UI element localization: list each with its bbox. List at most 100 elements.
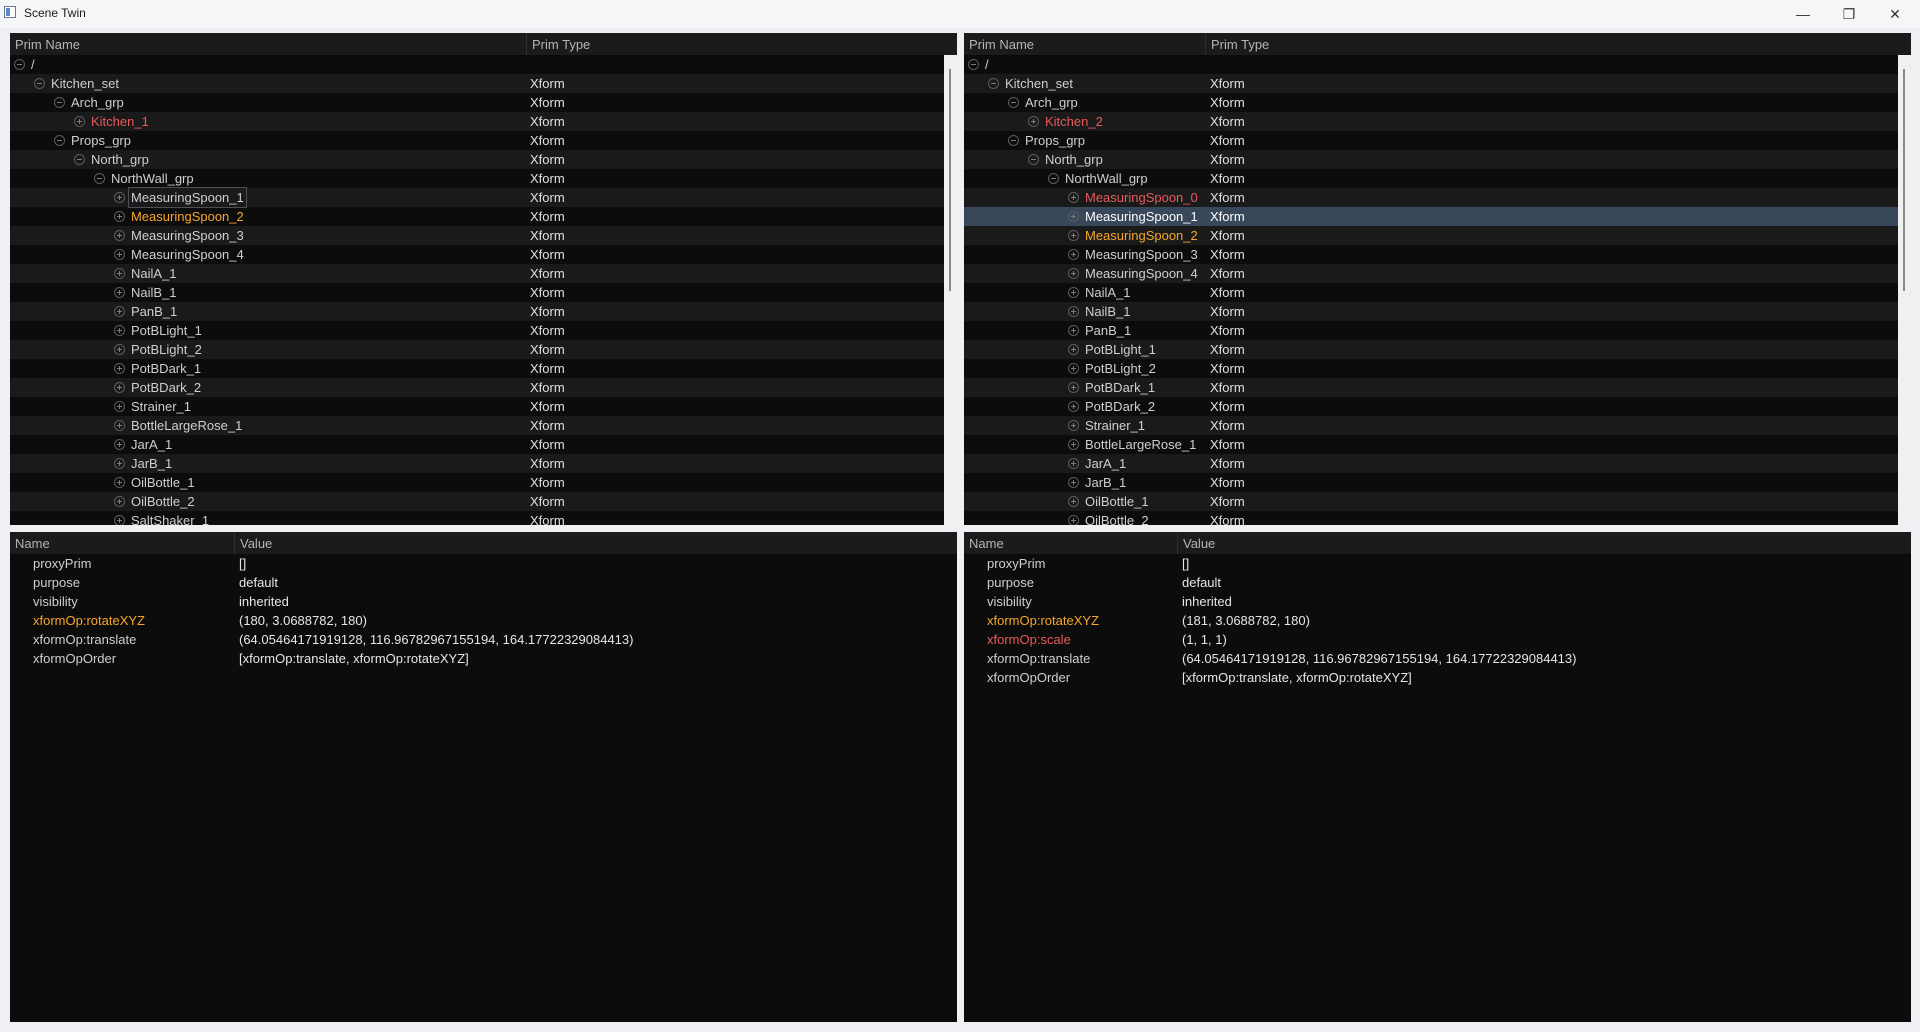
collapse-icon[interactable] <box>74 154 85 165</box>
tree-row[interactable]: Kitchen_set Xform <box>10 74 944 93</box>
tree-row[interactable]: OilBottle_2 Xform <box>964 511 1898 525</box>
tree-row[interactable]: Props_grp Xform <box>10 131 944 150</box>
right-attribute-table[interactable]: Name Value proxyPrim [] purpose default visi… <box>964 532 1911 1022</box>
col-header-prim-name[interactable]: Prim Name <box>964 33 1206 55</box>
tree-row[interactable]: OilBottle_2 Xform <box>10 492 944 511</box>
tree-row[interactable]: PotBLight_1 Xform <box>964 340 1898 359</box>
tree-row[interactable]: Kitchen_2 Xform <box>964 112 1898 131</box>
collapse-icon[interactable] <box>1048 173 1059 184</box>
collapse-icon[interactable] <box>54 135 65 146</box>
tree-row[interactable]: BottleLargeRose_1 Xform <box>10 416 944 435</box>
tree-row[interactable]: Kitchen_1 Xform <box>10 112 944 131</box>
expand-icon[interactable] <box>1068 287 1079 298</box>
tree-row[interactable]: Kitchen_set Xform <box>964 74 1898 93</box>
attribute-row[interactable]: xformOpOrder [xformOp:translate, xformOp:… <box>964 668 1911 687</box>
expand-icon[interactable] <box>1068 477 1079 488</box>
expand-icon[interactable] <box>1028 116 1039 127</box>
expand-icon[interactable] <box>1068 344 1079 355</box>
tree-row[interactable]: Strainer_1 Xform <box>10 397 944 416</box>
maximize-button[interactable]: ❐ <box>1826 0 1872 28</box>
expand-icon[interactable] <box>114 287 125 298</box>
expand-icon[interactable] <box>114 344 125 355</box>
tree-row[interactable]: PotBLight_2 Xform <box>10 340 944 359</box>
expand-icon[interactable] <box>114 382 125 393</box>
expand-icon[interactable] <box>114 249 125 260</box>
tree-row[interactable]: MeasuringSpoon_0 Xform <box>964 188 1898 207</box>
expand-icon[interactable] <box>114 401 125 412</box>
tree-row[interactable]: / <box>964 55 1898 74</box>
col-header-prim-name[interactable]: Prim Name <box>10 33 527 55</box>
expand-icon[interactable] <box>1068 439 1079 450</box>
close-button[interactable]: ✕ <box>1872 0 1918 28</box>
expand-icon[interactable] <box>1068 230 1079 241</box>
tree-row[interactable]: MeasuringSpoon_1 Xform <box>964 207 1898 226</box>
tree-row[interactable]: North_grp Xform <box>10 150 944 169</box>
attribute-row[interactable]: purpose default <box>964 573 1911 592</box>
expand-icon[interactable] <box>114 363 125 374</box>
col-header-value[interactable]: Value <box>1178 532 1911 554</box>
tree-row[interactable]: OilBottle_1 Xform <box>964 492 1898 511</box>
col-header-prim-type[interactable]: Prim Type <box>1206 33 1901 55</box>
tree-row[interactable]: Props_grp Xform <box>964 131 1898 150</box>
expand-icon[interactable] <box>114 211 125 222</box>
tree-row[interactable]: / <box>10 55 944 74</box>
collapse-icon[interactable] <box>34 78 45 89</box>
expand-icon[interactable] <box>114 230 125 241</box>
attribute-row[interactable]: proxyPrim [] <box>964 554 1911 573</box>
tree-row[interactable]: NailB_1 Xform <box>10 283 944 302</box>
collapse-icon[interactable] <box>968 59 979 70</box>
tree-row[interactable]: JarA_1 Xform <box>10 435 944 454</box>
tree-row[interactable]: PanB_1 Xform <box>964 321 1898 340</box>
attribute-row[interactable]: xformOp:rotateXYZ (180, 3.0688782, 180) <box>10 611 957 630</box>
expand-icon[interactable] <box>1068 382 1079 393</box>
expand-icon[interactable] <box>74 116 85 127</box>
tree-row[interactable]: MeasuringSpoon_2 Xform <box>10 207 944 226</box>
expand-icon[interactable] <box>1068 211 1079 222</box>
tree-row[interactable]: BottleLargeRose_1 Xform <box>964 435 1898 454</box>
tree-row[interactable]: PotBDark_2 Xform <box>964 397 1898 416</box>
expand-icon[interactable] <box>1068 325 1079 336</box>
tree-row[interactable]: PanB_1 Xform <box>10 302 944 321</box>
expand-icon[interactable] <box>114 420 125 431</box>
left-prim-tree[interactable]: Prim Name Prim Type / Kitchen_set Xform Arc… <box>10 33 957 525</box>
col-header-name[interactable]: Name <box>10 532 235 554</box>
collapse-icon[interactable] <box>14 59 25 70</box>
scrollbar-thumb[interactable] <box>1903 69 1905 291</box>
col-header-prim-type[interactable]: Prim Type <box>527 33 947 55</box>
scrollbar-thumb[interactable] <box>949 69 951 291</box>
expand-icon[interactable] <box>1068 515 1079 525</box>
tree-row[interactable]: PotBLight_2 Xform <box>964 359 1898 378</box>
expand-icon[interactable] <box>1068 363 1079 374</box>
tree-row[interactable]: JarB_1 Xform <box>10 454 944 473</box>
attribute-row[interactable]: xformOpOrder [xformOp:translate, xformOp:… <box>10 649 957 668</box>
left-attribute-table[interactable]: Name Value proxyPrim [] purpose default visi… <box>10 532 957 1022</box>
expand-icon[interactable] <box>114 477 125 488</box>
attribute-row[interactable]: xformOp:rotateXYZ (181, 3.0688782, 180) <box>964 611 1911 630</box>
collapse-icon[interactable] <box>1008 135 1019 146</box>
attribute-row[interactable]: visibility inherited <box>964 592 1911 611</box>
collapse-icon[interactable] <box>94 173 105 184</box>
expand-icon[interactable] <box>114 515 125 525</box>
expand-icon[interactable] <box>1068 249 1079 260</box>
right-tree-scrollbar[interactable] <box>1898 55 1911 525</box>
expand-icon[interactable] <box>1068 306 1079 317</box>
collapse-icon[interactable] <box>54 97 65 108</box>
expand-icon[interactable] <box>1068 268 1079 279</box>
tree-row[interactable]: NorthWall_grp Xform <box>10 169 944 188</box>
tree-row[interactable]: PotBDark_1 Xform <box>964 378 1898 397</box>
expand-icon[interactable] <box>1068 458 1079 469</box>
tree-row[interactable]: SaltShaker_1 Xform <box>10 511 944 525</box>
left-tree-scrollbar[interactable] <box>944 55 957 525</box>
attribute-row[interactable]: xformOp:translate (64.05464171919128, 116… <box>964 649 1911 668</box>
expand-icon[interactable] <box>114 325 125 336</box>
tree-row[interactable]: JarB_1 Xform <box>964 473 1898 492</box>
expand-icon[interactable] <box>1068 192 1079 203</box>
attribute-row[interactable]: proxyPrim [] <box>10 554 957 573</box>
tree-row[interactable]: North_grp Xform <box>964 150 1898 169</box>
tree-row[interactable]: MeasuringSpoon_3 Xform <box>10 226 944 245</box>
tree-row[interactable]: NailA_1 Xform <box>10 264 944 283</box>
expand-icon[interactable] <box>1068 496 1079 507</box>
attribute-row[interactable]: purpose default <box>10 573 957 592</box>
right-prim-tree[interactable]: Prim Name Prim Type / Kitchen_set Xform Arc… <box>964 33 1911 525</box>
tree-row[interactable]: Arch_grp Xform <box>964 93 1898 112</box>
